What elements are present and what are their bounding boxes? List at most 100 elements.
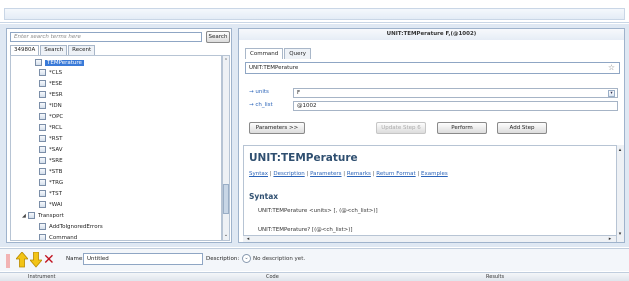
tree-item[interactable]: AddToIgnoredErrors [39,223,103,232]
tree-item[interactable]: *IDN [39,102,62,111]
column-header-results[interactable]: Results [486,273,504,281]
param-label: → ch_list [249,102,273,108]
column-header-code[interactable]: Code [266,273,279,281]
column-header-instrument[interactable]: Instrument [28,273,56,281]
tree-item-label: *IDN [49,103,62,109]
move-up-icon[interactable] [15,251,29,268]
tab-search[interactable]: Search [40,45,68,55]
command-icon [39,135,46,142]
scroll-down-icon[interactable]: ▾ [617,231,623,238]
chevron-down-icon[interactable]: ▾ [608,90,615,97]
link-return-format[interactable]: Return Format [376,171,415,177]
tab-34980a[interactable]: 34980A [10,45,40,55]
parameters-button[interactable]: Parameters >> [249,122,305,134]
tree-item-label: *RCL [49,125,63,131]
description-text[interactable]: No description yet. [253,256,305,262]
steps-grid-header: Instrument Code Results [0,272,629,281]
perform-button[interactable]: Perform [437,122,487,134]
param-chlist-row: → ch_list [249,100,283,111]
tree-item[interactable]: *CLS [39,69,62,78]
doc-links: Syntax | Description | Parameters | Rema… [249,171,448,177]
param-name: ch_list [255,102,273,108]
ch-list-field[interactable]: @1002 [293,101,618,111]
tree-folder[interactable]: ◢ Transport [22,212,64,221]
link-examples[interactable]: Examples [421,171,448,177]
status-marker [6,254,10,268]
tree-item-label: *SRE [49,158,63,164]
param-label: → units [249,89,269,95]
command-icon [39,223,46,230]
tree-item[interactable]: *ESE [39,80,62,89]
command-field[interactable]: UNIT:TEMPerature ☆ [245,62,620,74]
tree-item-label: *ESR [49,92,63,98]
toolbar-strip [4,8,625,20]
units-select[interactable]: F ▾ [293,88,618,98]
units-value: F [297,90,301,96]
step-editor-bar: ✕ Name: Untitled Description: ⌄ No descr… [0,248,629,271]
tab-query[interactable]: Query [284,48,311,59]
link-description[interactable]: Description [273,171,304,177]
scroll-down-icon[interactable]: ⌄ [223,232,229,239]
tree-item[interactable]: *TST [39,190,62,199]
ch-list-value: @1002 [297,103,317,109]
add-step-button[interactable]: Add Step [497,122,547,134]
browser-tabs: 34980A Search Recent [10,45,96,55]
command-icon [39,124,46,131]
scroll-thumb[interactable] [223,184,229,214]
doc-horizontal-scrollbar[interactable]: ◂ ▸ [243,235,616,242]
scroll-left-icon[interactable]: ◂ [245,236,251,243]
doc-vertical-scrollbar[interactable]: ▴ ▾ [616,145,624,242]
doc-section-heading: Syntax [249,192,279,201]
tree-item[interactable]: Command [39,234,77,240]
command-tree: TEMPerature *CLS *ESE *ESR *IDN *OPC *RC… [10,55,222,241]
name-input[interactable]: Untitled [83,253,203,265]
tree-item-label: *CLS [49,70,63,76]
command-icon [39,113,46,120]
tree-item[interactable]: *RCL [39,124,62,133]
description-label: Description: [206,256,240,262]
update-step-button[interactable]: Update Step 6 [376,122,426,134]
name-label: Name: [66,256,85,262]
tree-item[interactable]: *STB [39,168,62,177]
command-browser-panel: Enter search terms here Search 34980A Se… [6,28,232,243]
command-detail-panel: UNIT:TEMPerature F,(@1002) Command Query… [238,28,625,243]
scroll-right-icon[interactable]: ▸ [607,236,613,243]
favorite-star-icon[interactable]: ☆ [608,63,615,73]
tree-item[interactable]: TEMPerature [35,59,84,68]
search-button[interactable]: Search [206,31,230,43]
delete-icon[interactable]: ✕ [43,252,55,268]
command-icon [39,91,46,98]
doc-title: UNIT:TEMPerature [249,152,358,164]
tab-recent[interactable]: Recent [68,45,96,55]
detail-tabs: Command Query [245,48,312,59]
tree-item[interactable]: *SRE [39,157,63,166]
tree-item[interactable]: *ESR [39,91,63,100]
link-parameters[interactable]: Parameters [310,171,341,177]
command-icon [39,190,46,197]
link-syntax[interactable]: Syntax [249,171,268,177]
search-input[interactable]: Enter search terms here [10,32,202,42]
tree-item[interactable]: *TRG [39,179,63,188]
param-units-row: → units [249,87,283,98]
tree-scrollbar[interactable]: ⌃ ⌄ [222,55,230,241]
work-area: Enter search terms here Search 34980A Se… [0,24,629,247]
command-icon [39,201,46,208]
tree-item-label: *RST [49,136,63,142]
tree-item[interactable]: *OPC [39,113,63,122]
scroll-up-icon[interactable]: ⌃ [223,58,229,65]
tree-item[interactable]: *WAI [39,201,62,210]
command-title: UNIT:TEMPerature F,(@1002) [239,29,624,40]
param-name: units [255,89,269,95]
tree-item[interactable]: *RST [39,135,62,144]
command-icon [35,59,42,66]
tree-item[interactable]: *SAV [39,146,63,155]
command-icon [39,234,46,240]
tree-item-label: *TST [49,191,62,197]
expand-description-icon[interactable]: ⌄ [242,254,251,263]
tree-item-label: *TRG [49,180,64,186]
tab-command[interactable]: Command [245,48,284,59]
command-value: UNIT:TEMPerature [249,65,299,71]
move-down-icon[interactable] [29,251,43,268]
link-remarks[interactable]: Remarks [347,171,371,177]
scroll-up-icon[interactable]: ▴ [617,147,623,154]
